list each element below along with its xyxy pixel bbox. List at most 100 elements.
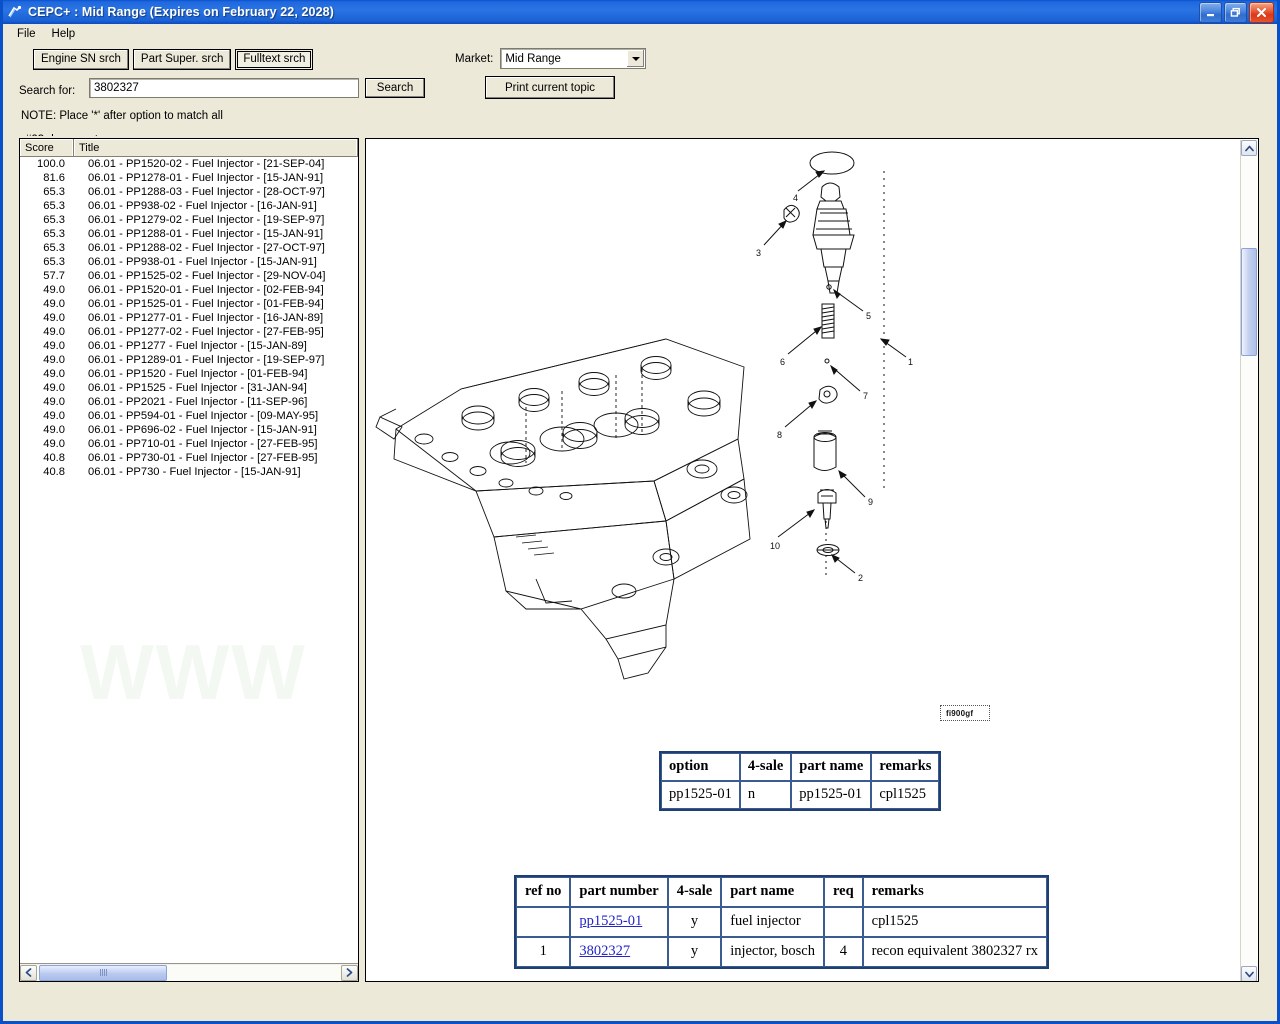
result-title: 06.01 - PP1277 - Fuel Injector - [15-JAN…	[88, 340, 307, 352]
chevron-down-icon[interactable]	[627, 50, 645, 67]
document-content-pane[interactable]: 1 4 3 5 6 7 8 9 10 2 fi900gf option 4-sa…	[365, 138, 1259, 982]
search-button[interactable]: Search	[365, 78, 425, 98]
scroll-left-icon[interactable]	[20, 964, 37, 981]
list-item[interactable]: 100.0 06.01 - PP1520-02 - Fuel Injector -…	[20, 157, 358, 171]
table-row: 1 3802327 y injector, bosch 4 recon equi…	[516, 937, 1047, 967]
market-dropdown[interactable]: Mid Range	[500, 48, 647, 69]
svg-text:10: 10	[770, 541, 780, 551]
result-title: 06.01 - PP594-01 - Fuel Injector - [09-M…	[88, 410, 319, 422]
parts-remarks: recon equivalent 3802327 rx	[862, 937, 1047, 967]
content-vertical-scrollbar[interactable]	[1240, 140, 1257, 981]
result-score: 81.6	[43, 172, 65, 184]
list-item[interactable]: 65.3 06.01 - PP1288-01 - Fuel Injector - …	[20, 227, 358, 241]
minimize-icon[interactable]	[1199, 1, 1222, 23]
list-item[interactable]: 49.0 06.01 - PP1277 - Fuel Injector - [15…	[20, 339, 358, 353]
list-item[interactable]: 49.0 06.01 - PP1525-01 - Fuel Injector - …	[20, 297, 358, 311]
result-score: 49.0	[43, 410, 65, 422]
list-item[interactable]: 49.0 06.01 - PP1277-01 - Fuel Injector - …	[20, 311, 358, 325]
result-score: 57.7	[43, 270, 65, 282]
scroll-thumb-horizontal[interactable]	[39, 964, 167, 981]
list-item[interactable]: 49.0 06.01 - PP2021 - Fuel Injector - [11…	[20, 395, 358, 409]
list-item[interactable]: 65.3 06.01 - PP1288-02 - Fuel Injector - …	[20, 241, 358, 255]
part-number-link[interactable]: pp1525-01	[579, 913, 642, 929]
result-score: 49.0	[43, 340, 65, 352]
result-title: 06.01 - PP1277-01 - Fuel Injector - [16-…	[88, 312, 324, 324]
list-item[interactable]: 49.0 06.01 - PP1520 - Fuel Injector - [01…	[20, 367, 358, 381]
part-super-srch-button[interactable]: Part Super. srch	[132, 48, 232, 70]
list-item[interactable]: 81.6 06.01 - PP1278-01 - Fuel Injector - …	[20, 171, 358, 185]
list-item[interactable]: 49.0 06.01 - PP1289-01 - Fuel Injector - …	[20, 353, 358, 367]
scroll-track-horizontal[interactable]	[37, 964, 341, 981]
status-bar	[3, 1009, 1277, 1021]
parts-col-ref-no: ref no	[516, 877, 571, 907]
results-header-row: Score Title	[20, 139, 358, 157]
results-horizontal-scrollbar[interactable]	[20, 963, 358, 981]
list-item[interactable]: 49.0 06.01 - PP710-01 - Fuel Injector - […	[20, 437, 358, 451]
result-score: 49.0	[43, 312, 65, 324]
result-title: 06.01 - PP1289-01 - Fuel Injector - [19-…	[88, 354, 325, 366]
list-item[interactable]: 49.0 06.01 - PP696-02 - Fuel Injector - […	[20, 423, 358, 437]
result-title: 06.01 - PP1525-01 - Fuel Injector - [01-…	[88, 298, 324, 310]
result-score: 65.3	[43, 214, 65, 226]
parts-col-part-name: part name	[721, 877, 824, 907]
result-score: 49.0	[43, 368, 65, 380]
option-4sale: n	[739, 781, 792, 809]
result-score: 49.0	[43, 396, 65, 408]
diagram-caption: fi900gf	[946, 709, 974, 718]
print-current-topic-button[interactable]: Print current topic	[485, 76, 615, 99]
list-item[interactable]: 57.7 06.01 - PP1525-02 - Fuel Injector - …	[20, 269, 358, 283]
svg-text:1: 1	[908, 357, 913, 367]
list-item[interactable]: 49.0 06.01 - PP1520-01 - Fuel Injector - …	[20, 283, 358, 297]
parts-remarks: cpl1525	[862, 907, 1047, 937]
menu-bar: File Help	[3, 24, 1277, 44]
list-item[interactable]: 49.0 06.01 - PP1525 - Fuel Injector - [31…	[20, 381, 358, 395]
svg-text:3: 3	[756, 248, 761, 258]
list-item[interactable]: 40.8 06.01 - PP730-01 - Fuel Injector - […	[20, 451, 358, 465]
menu-item-help[interactable]: Help	[44, 26, 84, 42]
option-table-row: pp1525-01 n pp1525-01 cpl1525	[661, 781, 940, 809]
part-number-link[interactable]: 3802327	[579, 943, 630, 959]
scroll-right-icon[interactable]	[341, 964, 358, 981]
close-icon[interactable]	[1249, 1, 1274, 23]
result-title: 06.01 - PP1288-02 - Fuel Injector - [27-…	[88, 242, 325, 254]
result-score: 49.0	[43, 382, 65, 394]
result-score: 49.0	[43, 424, 65, 436]
list-item[interactable]: 49.0 06.01 - PP594-01 - Fuel Injector - […	[20, 409, 358, 423]
parts-col-part-number: part number	[570, 877, 668, 907]
parts-col-remarks: remarks	[862, 877, 1047, 907]
market-selected-value: Mid Range	[505, 52, 561, 65]
window-controls	[1199, 1, 1275, 23]
parts-4sale: y	[667, 907, 722, 937]
svg-text:8: 8	[777, 430, 782, 440]
parts-table: ref no part number 4-sale part name req …	[514, 875, 1049, 969]
fulltext-srch-button[interactable]: Fulltext srch	[235, 48, 314, 70]
search-band: Search for: Search Print current topic N…	[3, 74, 1277, 146]
result-score: 49.0	[43, 284, 65, 296]
search-input[interactable]	[89, 78, 359, 98]
option-value: pp1525-01	[661, 781, 740, 809]
column-header-title[interactable]: Title	[74, 139, 358, 156]
list-item[interactable]: 65.3 06.01 - PP1279-02 - Fuel Injector - …	[20, 213, 358, 227]
list-item[interactable]: 65.3 06.01 - PP1288-03 - Fuel Injector - …	[20, 185, 358, 199]
scroll-down-icon[interactable]	[1241, 966, 1257, 981]
parts-req	[823, 907, 863, 937]
scroll-track-vertical[interactable]	[1241, 156, 1257, 966]
list-item[interactable]: 65.3 06.01 - PP938-01 - Fuel Injector - […	[20, 255, 358, 269]
menu-item-file[interactable]: File	[9, 26, 44, 42]
result-score: 65.3	[43, 256, 65, 268]
engine-sn-srch-button[interactable]: Engine SN srch	[33, 48, 129, 70]
column-header-score[interactable]: Score	[20, 139, 74, 156]
results-rows-container[interactable]: WWW 100.0 06.01 - PP1520-02 - Fuel Inject…	[20, 157, 358, 963]
result-score: 49.0	[43, 438, 65, 450]
result-score: 65.3	[43, 200, 65, 212]
list-item[interactable]: 49.0 06.01 - PP1277-02 - Fuel Injector - …	[20, 325, 358, 339]
result-score: 65.3	[43, 242, 65, 254]
result-score: 49.0	[43, 298, 65, 310]
restore-icon[interactable]	[1224, 1, 1247, 23]
result-score: 100.0	[37, 158, 65, 170]
option-part-name: pp1525-01	[791, 781, 872, 809]
list-item[interactable]: 65.3 06.01 - PP938-02 - Fuel Injector - […	[20, 199, 358, 213]
scroll-up-icon[interactable]	[1241, 140, 1257, 156]
list-item[interactable]: 40.8 06.01 - PP730 - Fuel Injector - [15-…	[20, 465, 358, 479]
scroll-thumb-vertical[interactable]	[1241, 248, 1257, 356]
